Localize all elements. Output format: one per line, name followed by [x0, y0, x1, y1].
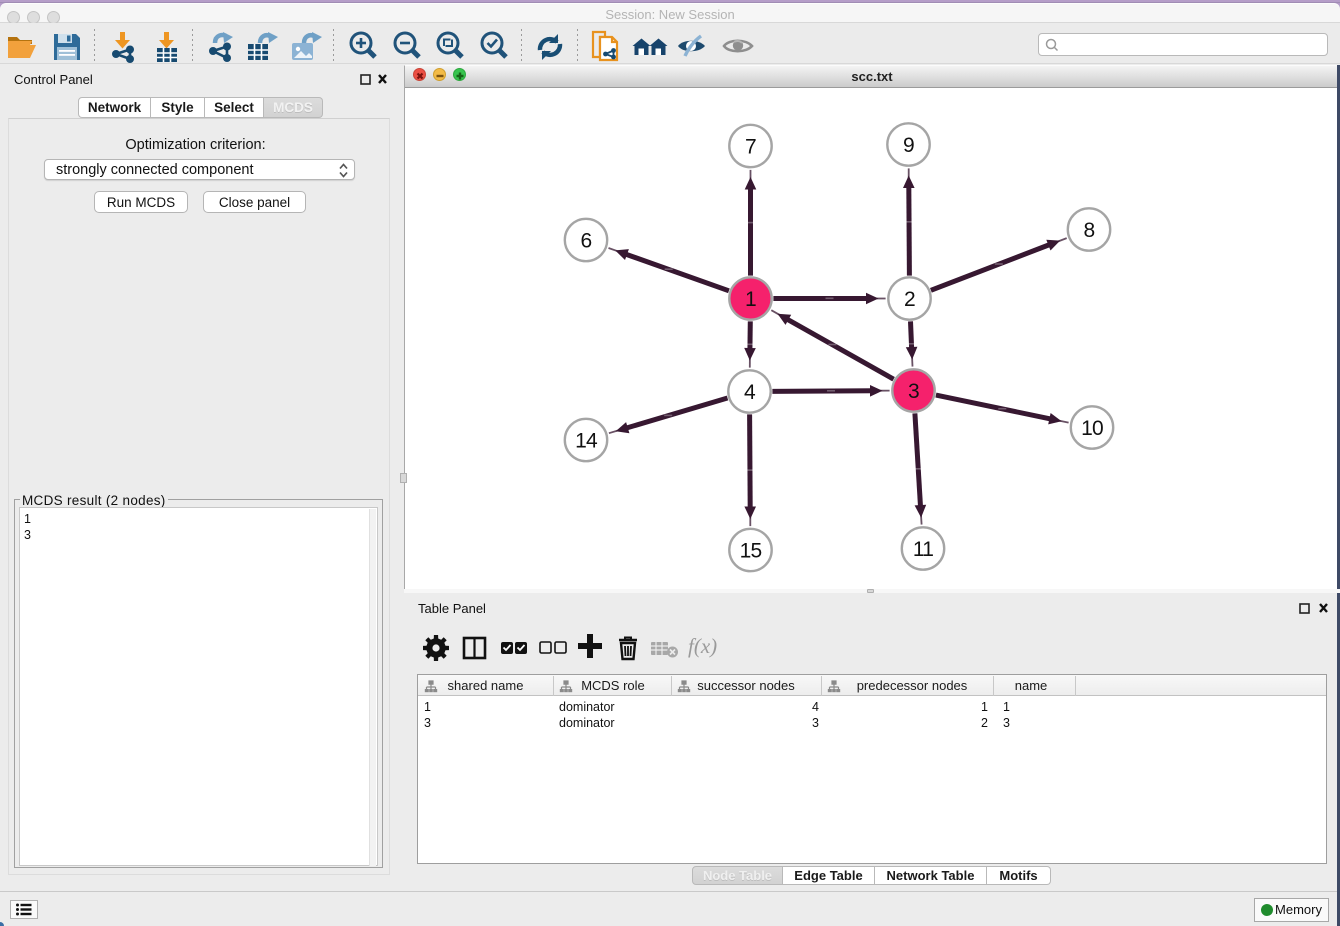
- svg-text:10: 10: [1081, 417, 1103, 440]
- svg-text:1: 1: [745, 288, 756, 311]
- svg-text:14: 14: [575, 430, 598, 453]
- svg-text:3: 3: [908, 380, 919, 403]
- svg-text:4: 4: [744, 381, 756, 404]
- svg-text:8: 8: [1084, 219, 1095, 242]
- svg-text:9: 9: [903, 134, 914, 157]
- svg-text:15: 15: [740, 540, 762, 563]
- svg-text:6: 6: [581, 230, 592, 253]
- svg-text:7: 7: [745, 136, 756, 159]
- svg-text:2: 2: [904, 288, 915, 311]
- svg-text:11: 11: [913, 538, 933, 561]
